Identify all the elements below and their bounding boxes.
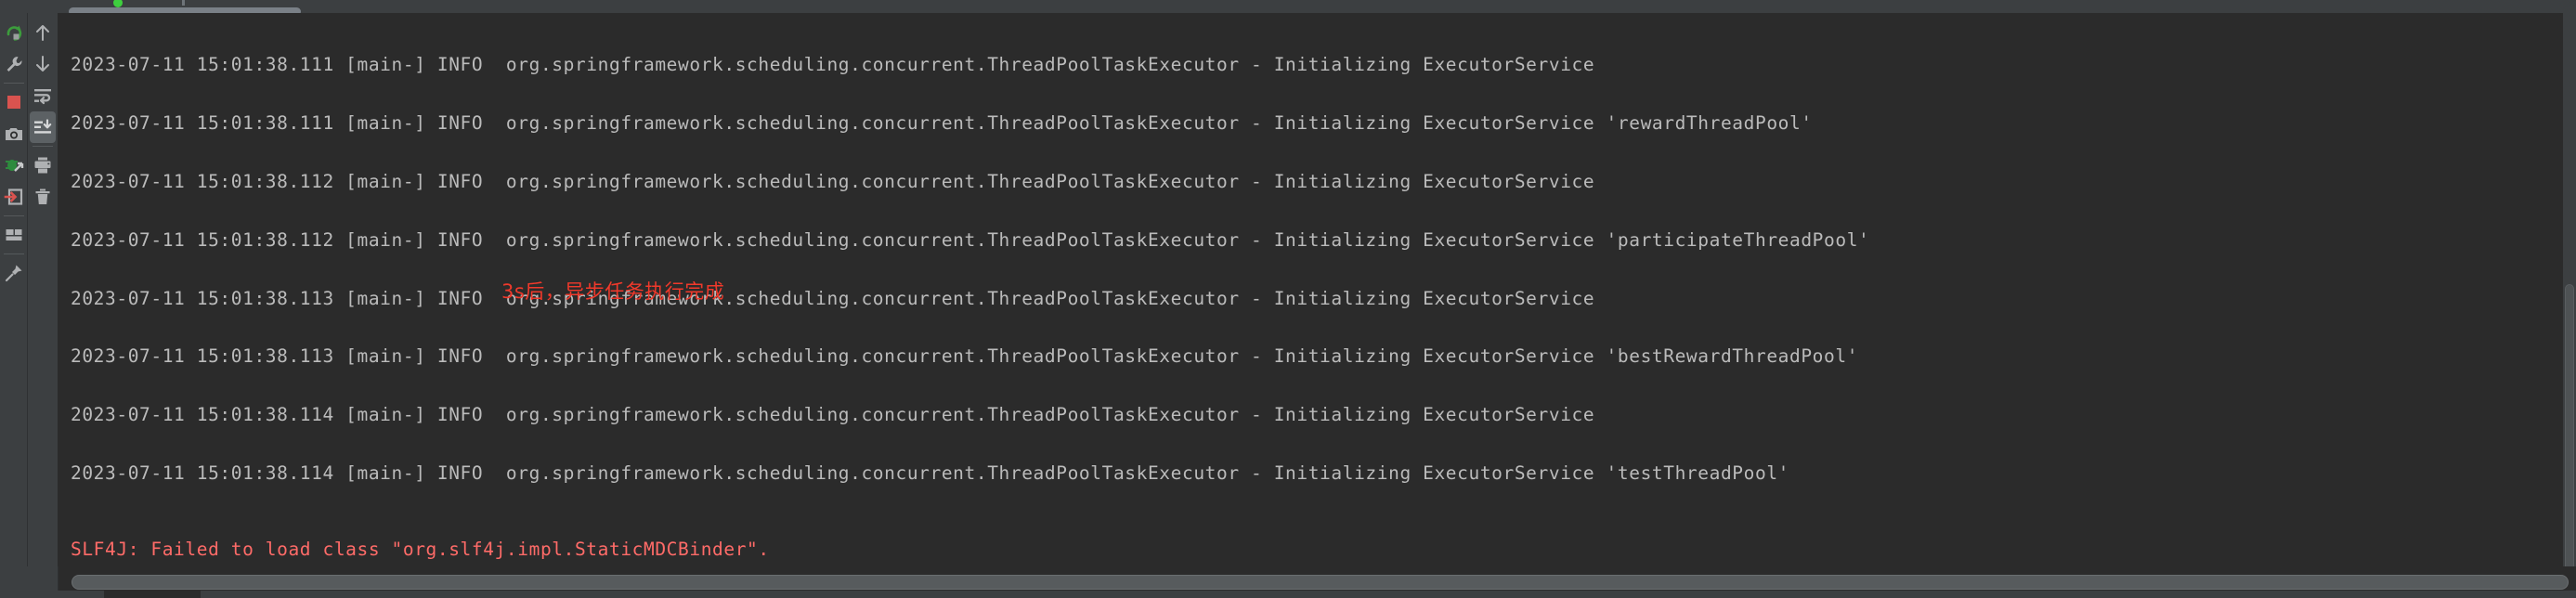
stop-icon[interactable]: [1, 86, 27, 118]
soft-wrap-icon[interactable]: [30, 80, 56, 111]
layout-icon[interactable]: [1, 219, 27, 251]
log-line: 2023-07-11 15:01:38.113 [main-] INFO org…: [71, 287, 1595, 309]
toolbar-separator: [33, 146, 53, 147]
console-actions-toolbar: [28, 13, 58, 566]
horizontal-scrollbar-thumb[interactable]: [72, 575, 2569, 590]
vertical-scrollbar-thumb[interactable]: [2565, 284, 2574, 566]
toolbar-separator: [3, 83, 24, 84]
arrow-up-icon[interactable]: [30, 17, 56, 48]
console-output-area[interactable]: 2023-07-11 15:01:38.111 [main-] INFO org…: [58, 13, 2576, 566]
annotation-note: 3s后，异步任务执行完成: [501, 280, 725, 303]
debug-attach-icon[interactable]: [1, 150, 27, 181]
log-line: 2023-07-11 15:01:38.111 [main-] INFO org…: [71, 54, 1595, 75]
vertical-scrollbar-track[interactable]: [2563, 13, 2576, 566]
log-line: 2023-07-11 15:01:38.112 [main-] INFO org…: [71, 228, 1870, 251]
status-bar-edge: [0, 591, 2576, 598]
log-line: 2023-07-11 15:01:38.113 [main-] INFO org…: [71, 345, 1859, 368]
print-icon[interactable]: [30, 150, 56, 181]
scroll-to-end-icon[interactable]: [30, 111, 56, 143]
run-actions-toolbar: [0, 13, 28, 566]
log-line: 2023-07-11 15:01:38.114 [main-] INFO org…: [71, 404, 1595, 426]
toolbar-separator: [3, 215, 24, 216]
status-bar-dark-segment: [104, 591, 201, 598]
console-scroll-viewport: 2023-07-11 15:01:38.111 [main-] INFO org…: [58, 13, 2576, 566]
log-line: 2023-07-11 15:01:38.111 [main-] INFO org…: [71, 111, 1813, 134]
export-icon[interactable]: [1, 181, 27, 213]
rerun-icon[interactable]: [1, 17, 27, 48]
log-line-error: SLF4J: Failed to load class "org.slf4j.i…: [71, 539, 770, 561]
settings-wrench-icon[interactable]: [1, 48, 27, 80]
console-body: 2023-07-11 15:01:38.111 [main-] INFO org…: [0, 13, 2576, 566]
tab-tick-marker: [182, 0, 185, 6]
log-line: 2023-07-11 15:01:38.114 [main-] INFO org…: [71, 462, 1789, 485]
pin-icon[interactable]: [1, 257, 27, 289]
run-console-window: 2023-07-11 15:01:38.111 [main-] INFO org…: [0, 0, 2576, 598]
log-line-list: 2023-07-11 15:01:38.111 [main-] INFO org…: [71, 13, 1869, 566]
camera-icon[interactable]: [1, 118, 27, 150]
status-bar-background: [0, 591, 2576, 598]
top-scrollbar-strip: [0, 0, 2576, 16]
arrow-down-icon[interactable]: [30, 48, 56, 80]
trash-icon[interactable]: [30, 181, 56, 213]
log-line: 2023-07-11 15:01:38.112 [main-] INFO org…: [71, 170, 1595, 192]
running-status-indicator-icon: [113, 0, 123, 7]
